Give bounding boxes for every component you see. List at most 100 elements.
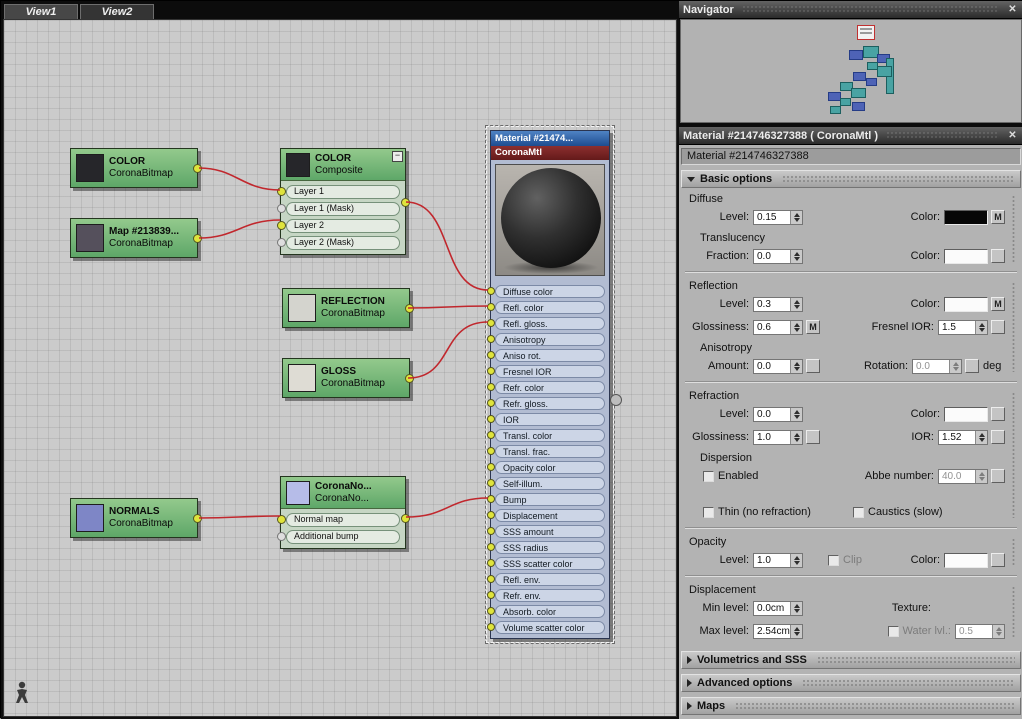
node-scroll-handle[interactable]: [610, 394, 622, 406]
water-level-spinner[interactable]: 0.5: [955, 624, 1005, 639]
spinner-arrows[interactable]: [975, 321, 987, 334]
input-socket[interactable]: [487, 511, 495, 519]
reflection-glossiness-spinner[interactable]: 0.6: [753, 320, 803, 335]
caustics-checkbox[interactable]: [853, 507, 864, 518]
close-icon[interactable]: ✕: [1006, 130, 1019, 141]
slot-sss-scatter-color[interactable]: SSS scatter color: [495, 557, 605, 570]
ior-map-button[interactable]: [991, 430, 1005, 444]
opacity-color-map-button[interactable]: [991, 553, 1005, 567]
slot-layer2[interactable]: Layer 2: [286, 219, 400, 233]
slot-displacement[interactable]: Displacement: [495, 509, 605, 522]
abbe-number-spinner[interactable]: 40.0: [938, 469, 988, 484]
spinner-arrows[interactable]: [790, 211, 802, 224]
slot-refr-gloss[interactable]: Refr. gloss.: [495, 397, 605, 410]
translucency-color-map-button[interactable]: [991, 249, 1005, 263]
rollout-volumetrics-sss[interactable]: Volumetrics and SSS: [681, 651, 1021, 669]
thin-checkbox[interactable]: [703, 507, 714, 518]
input-socket[interactable]: [277, 187, 286, 196]
slot-aniso-rot[interactable]: Aniso rot.: [495, 349, 605, 362]
spinner-arrows[interactable]: [975, 470, 987, 483]
material-selector[interactable]: Material #214746327388: [681, 148, 1021, 165]
diffuse-level-spinner[interactable]: 0.15: [753, 210, 803, 225]
anisotropy-amount-map-button[interactable]: [806, 359, 820, 373]
refraction-color-swatch[interactable]: [944, 407, 988, 422]
reflection-color-swatch[interactable]: [944, 297, 988, 312]
min-level-spinner[interactable]: 0.0cm: [753, 601, 803, 616]
input-socket[interactable]: [487, 607, 495, 615]
output-socket[interactable]: [193, 514, 202, 523]
input-socket[interactable]: [277, 515, 286, 524]
refraction-ior-spinner[interactable]: 1.52: [938, 430, 988, 445]
reflection-color-map-button[interactable]: M: [991, 297, 1005, 311]
max-level-spinner[interactable]: 2.54cm: [753, 624, 803, 639]
slot-absorb-color[interactable]: Absorb. color: [495, 605, 605, 618]
opacity-level-spinner[interactable]: 1.0: [753, 553, 803, 568]
translucency-color-swatch[interactable]: [944, 249, 988, 264]
spinner-arrows[interactable]: [949, 360, 961, 373]
fresnel-ior-spinner[interactable]: 1.5: [938, 320, 988, 335]
input-socket[interactable]: [487, 575, 495, 583]
slot-layer1-mask[interactable]: Layer 1 (Mask): [286, 202, 400, 216]
spinner-arrows[interactable]: [790, 298, 802, 311]
slot-additional-bump[interactable]: Additional bump: [286, 530, 400, 544]
slot-layer2-mask[interactable]: Layer 2 (Mask): [286, 236, 400, 250]
spinner-arrows[interactable]: [992, 625, 1004, 638]
node-gloss-bitmap[interactable]: GLOSS CoronaBitmap: [282, 358, 410, 398]
translucency-fraction-spinner[interactable]: 0.0: [753, 249, 803, 264]
rollout-maps[interactable]: Maps: [681, 697, 1021, 715]
spinner-arrows[interactable]: [790, 602, 802, 615]
node-corona-normal[interactable]: CoronaNo... CoronaNo... Normal map Addit…: [280, 476, 406, 549]
clip-checkbox[interactable]: [828, 555, 839, 566]
input-socket[interactable]: [487, 447, 495, 455]
input-socket[interactable]: [487, 623, 495, 631]
input-socket[interactable]: [487, 559, 495, 567]
anisotropy-rotation-spinner[interactable]: 0.0: [912, 359, 962, 374]
slot-transl-color[interactable]: Transl. color: [495, 429, 605, 442]
slot-self-illum[interactable]: Self-illum.: [495, 477, 605, 490]
collapse-button[interactable]: −: [392, 151, 403, 162]
anisotropy-amount-spinner[interactable]: 0.0: [753, 359, 803, 374]
diffuse-color-map-button[interactable]: M: [991, 210, 1005, 224]
input-socket[interactable]: [487, 463, 495, 471]
spinner-arrows[interactable]: [790, 321, 802, 334]
slot-opacity-color[interactable]: Opacity color: [495, 461, 605, 474]
refraction-color-map-button[interactable]: [991, 407, 1005, 421]
spinner-arrows[interactable]: [790, 250, 802, 263]
input-socket[interactable]: [487, 335, 495, 343]
close-icon[interactable]: ✕: [1006, 4, 1019, 15]
node-reflection-bitmap[interactable]: REFLECTION CoronaBitmap: [282, 288, 410, 328]
glossiness-map-button[interactable]: M: [806, 320, 820, 334]
input-socket[interactable]: [487, 431, 495, 439]
output-socket[interactable]: [401, 198, 410, 207]
slot-refl-color[interactable]: Refl. color: [495, 301, 605, 314]
output-socket[interactable]: [401, 514, 410, 523]
input-socket[interactable]: [487, 591, 495, 599]
rollout-advanced-options[interactable]: Advanced options: [681, 674, 1021, 692]
refraction-glossiness-spinner[interactable]: 1.0: [753, 430, 803, 445]
refraction-level-spinner[interactable]: 0.0: [753, 407, 803, 422]
slot-anisotropy[interactable]: Anisotropy: [495, 333, 605, 346]
input-socket[interactable]: [487, 383, 495, 391]
input-socket[interactable]: [487, 303, 495, 311]
slot-sss-radius[interactable]: SSS radius: [495, 541, 605, 554]
navigator-minimap[interactable]: [680, 19, 1022, 123]
slot-diffuse-color[interactable]: Diffuse color: [495, 285, 605, 298]
slot-refr-color[interactable]: Refr. color: [495, 381, 605, 394]
slot-transl-frac[interactable]: Transl. frac.: [495, 445, 605, 458]
reflection-level-spinner[interactable]: 0.3: [753, 297, 803, 312]
rotation-map-button[interactable]: [965, 359, 979, 373]
spinner-arrows[interactable]: [975, 431, 987, 444]
input-socket[interactable]: [277, 204, 286, 213]
abbe-map-button[interactable]: [991, 469, 1005, 483]
slot-ior[interactable]: IOR: [495, 413, 605, 426]
slot-refl-gloss[interactable]: Refl. gloss.: [495, 317, 605, 330]
input-socket[interactable]: [277, 221, 286, 230]
node-color-bitmap[interactable]: COLOR CoronaBitmap: [70, 148, 198, 188]
node-canvas[interactable]: COLOR CoronaBitmap Map #213839... Corona…: [3, 19, 677, 717]
output-socket[interactable]: [193, 164, 202, 173]
diffuse-color-swatch[interactable]: [944, 210, 988, 225]
input-socket[interactable]: [487, 527, 495, 535]
input-socket[interactable]: [487, 319, 495, 327]
dispersion-enabled-checkbox[interactable]: [703, 471, 714, 482]
refraction-glossiness-map-button[interactable]: [806, 430, 820, 444]
